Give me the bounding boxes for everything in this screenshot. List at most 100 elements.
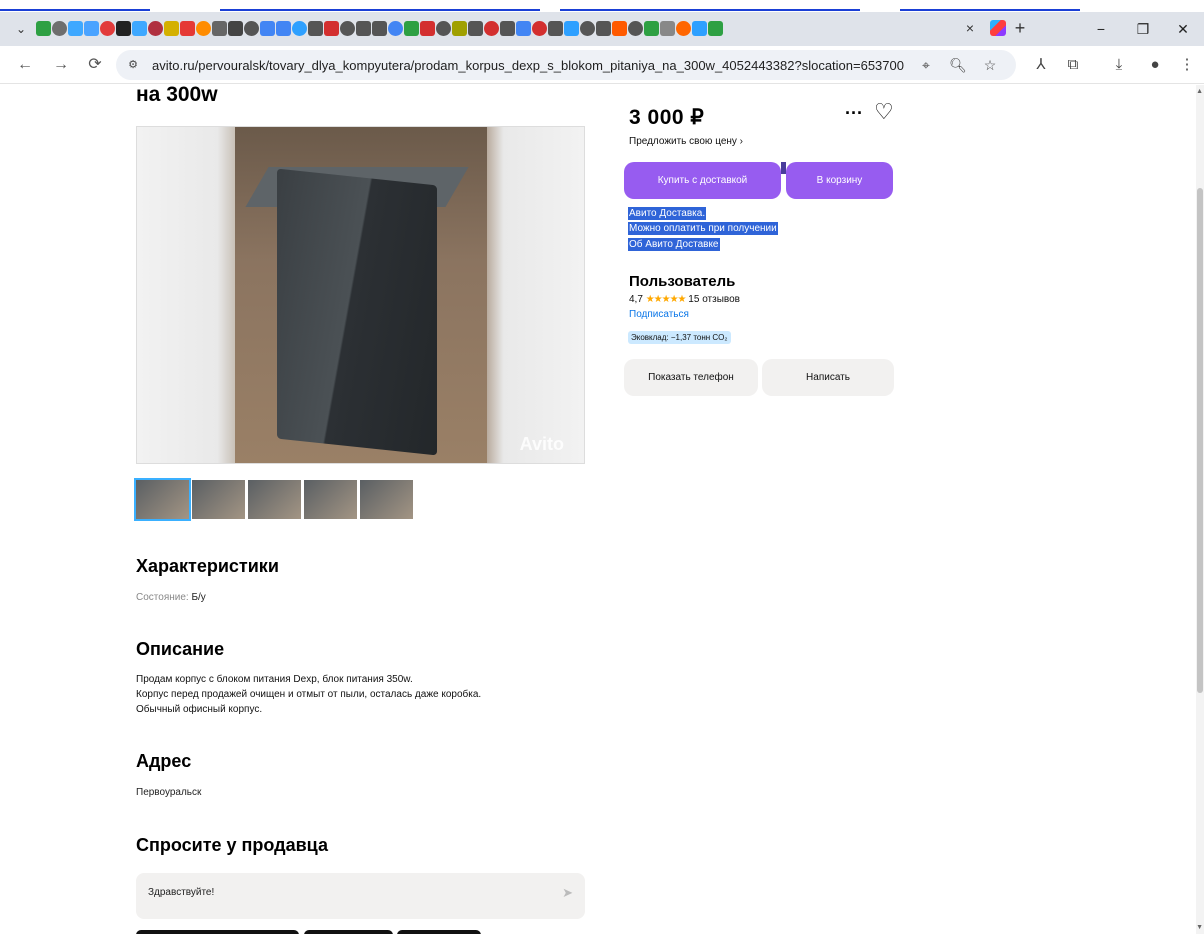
pinned-tab-favicon-icon[interactable] xyxy=(84,21,99,36)
main-product-photo[interactable]: Avito xyxy=(136,126,585,464)
pinned-tab-favicon-icon[interactable] xyxy=(164,21,179,36)
more-dots-icon[interactable]: ··· xyxy=(845,103,863,124)
scroll-down-arrow-icon[interactable]: ▼ xyxy=(1196,924,1203,931)
reviews-count[interactable]: 15 отзывов xyxy=(688,294,740,305)
pinned-tab-favicon-icon[interactable] xyxy=(548,21,563,36)
description-line: Обычный офисный корпус. xyxy=(136,704,263,715)
restore-button[interactable]: ❐ xyxy=(1128,18,1158,40)
scrollbar-thumb[interactable] xyxy=(1197,188,1203,693)
quick-reply-chip[interactable] xyxy=(304,930,393,934)
minimize-button[interactable]: − xyxy=(1086,18,1116,40)
location-off-icon[interactable]: ⌖ xyxy=(916,55,936,75)
page-content: на 300w Avito Характеристики Состояние: … xyxy=(0,85,1196,934)
pinned-tab-favicon-icon[interactable] xyxy=(324,21,339,36)
thumbnail[interactable] xyxy=(192,480,245,519)
omnibox[interactable]: ⚙ avito.ru/pervouralsk/tovary_dlya_kompy… xyxy=(116,50,1016,80)
pinned-tab-favicon-icon[interactable] xyxy=(420,21,435,36)
pinned-tab-favicon-icon[interactable] xyxy=(116,21,131,36)
pinned-tab-favicon-icon[interactable] xyxy=(308,21,323,36)
pinned-tab-favicon-icon[interactable] xyxy=(100,21,115,36)
pinned-tab-favicon-icon[interactable] xyxy=(516,21,531,36)
pinned-tab-favicon-icon[interactable] xyxy=(564,21,579,36)
pinned-tab-favicon-icon[interactable] xyxy=(676,21,691,36)
pinned-tab-favicon-icon[interactable] xyxy=(484,21,499,36)
new-tab-button[interactable]: + xyxy=(1010,17,1030,39)
pinned-tab-favicon-icon[interactable] xyxy=(660,21,675,36)
pinned-tab-favicon-icon[interactable] xyxy=(68,21,83,36)
pinned-tab-favicon-icon[interactable] xyxy=(500,21,515,36)
pinned-tab-favicon-icon[interactable] xyxy=(260,21,275,36)
pinned-tab-favicon-icon[interactable] xyxy=(612,21,627,36)
seller-name[interactable]: Пользователь xyxy=(629,273,735,290)
pinned-tab-favicon-icon[interactable] xyxy=(292,21,307,36)
write-message-button[interactable]: Написать xyxy=(762,359,894,396)
photo-pc-case xyxy=(277,168,437,456)
pinned-tab-favicon-icon[interactable] xyxy=(532,21,547,36)
site-info-icon[interactable]: ⚙ xyxy=(124,56,142,74)
quick-reply-chip[interactable] xyxy=(397,930,481,934)
pinned-tab-favicon-icon[interactable] xyxy=(404,21,419,36)
seller-rating[interactable]: 4,7 ★★★★★ 15 отзывов xyxy=(629,294,740,305)
zoom-icon[interactable]: 🔍︎ xyxy=(948,55,968,75)
tab-close-button[interactable]: × xyxy=(960,18,980,38)
close-window-button[interactable]: ✕ xyxy=(1168,18,1198,40)
profile-avatar-icon[interactable]: ● xyxy=(1144,54,1166,76)
send-icon[interactable]: ➤ xyxy=(562,885,573,901)
pinned-tab-favicon-icon[interactable] xyxy=(228,21,243,36)
pinned-tab-favicon-icon[interactable] xyxy=(468,21,483,36)
pinned-tab-favicon-icon[interactable] xyxy=(36,21,51,36)
thumbnail[interactable] xyxy=(248,480,301,519)
pdf-tool-icon[interactable]: ⅄ xyxy=(1030,54,1052,76)
pinned-tab-favicon-icon[interactable] xyxy=(628,21,643,36)
pinned-tab-favicon-icon[interactable] xyxy=(356,21,371,36)
pinned-tab-favicon-icon[interactable] xyxy=(580,21,595,36)
pinned-tab-favicon-icon[interactable] xyxy=(692,21,707,36)
favorite-heart-icon[interactable]: ♡ xyxy=(874,99,894,125)
pinned-tab-favicon-icon[interactable] xyxy=(708,21,723,36)
add-to-cart-button[interactable]: В корзину xyxy=(786,162,893,199)
pinned-tab-favicon-icon[interactable] xyxy=(388,21,403,36)
pinned-tab-favicon-icon[interactable] xyxy=(52,21,67,36)
pinned-tab-favicon-icon[interactable] xyxy=(180,21,195,36)
pinned-tab-favicon-icon[interactable] xyxy=(372,21,387,36)
forward-button[interactable]: → xyxy=(50,54,72,76)
description-heading: Описание xyxy=(136,639,225,659)
pinned-tab-favicon-icon[interactable] xyxy=(436,21,451,36)
pinned-tab-favicon-icon[interactable] xyxy=(276,21,291,36)
bookmark-star-icon[interactable]: ☆ xyxy=(980,55,1000,75)
pinned-tab-favicon-icon[interactable] xyxy=(132,21,147,36)
avito-watermark: Avito xyxy=(519,434,564,454)
photo-thumbnails xyxy=(134,478,413,521)
quick-reply-chip[interactable] xyxy=(136,930,299,934)
ask-message-text[interactable]: Здравствуйте! xyxy=(148,887,214,898)
url-text[interactable]: avito.ru/pervouralsk/tovary_dlya_kompyut… xyxy=(152,58,904,73)
ask-seller-input[interactable]: Здравствуйте! ➤ xyxy=(136,873,585,919)
tab-search-chevron-icon[interactable]: ⌄ xyxy=(12,20,30,38)
download-icon[interactable]: ⤓ xyxy=(1108,54,1130,76)
pinned-tab-favicon-icon[interactable] xyxy=(452,21,467,36)
active-tab-favicon-icon[interactable] xyxy=(990,20,1006,36)
pinned-tab-favicon-icon[interactable] xyxy=(340,21,355,36)
offer-price-link[interactable]: Предложить свою цену › xyxy=(629,136,743,147)
back-button[interactable]: ← xyxy=(14,54,36,76)
show-phone-button[interactable]: Показать телефон xyxy=(624,359,758,396)
pinned-tab-favicon-icon[interactable] xyxy=(244,21,259,36)
pinned-tab-favicon-icon[interactable] xyxy=(596,21,611,36)
delivery-line: Авито Доставка. xyxy=(628,207,707,220)
buy-with-delivery-button[interactable]: Купить с доставкой xyxy=(624,162,781,199)
thumbnail[interactable] xyxy=(360,480,413,519)
thumbnail[interactable] xyxy=(134,478,191,521)
pinned-tab-favicon-icon[interactable] xyxy=(644,21,659,36)
extensions-icon[interactable]: ⧉ xyxy=(1062,54,1084,76)
thumbnail[interactable] xyxy=(304,480,357,519)
ask-seller-heading: Спросите у продавца xyxy=(136,835,328,855)
about-delivery-link[interactable]: Об Авито Доставке xyxy=(628,238,720,251)
scroll-up-arrow-icon[interactable]: ▲ xyxy=(1196,88,1203,95)
pinned-tab-favicon-icon[interactable] xyxy=(212,21,227,36)
subscribe-link[interactable]: Подписаться xyxy=(629,309,689,320)
price: 3 000 ₽ xyxy=(629,106,705,129)
menu-kebab-icon[interactable]: ⋮ xyxy=(1176,54,1198,76)
pinned-tab-favicon-icon[interactable] xyxy=(196,21,211,36)
reload-button[interactable]: ⟳ xyxy=(84,54,106,76)
pinned-tab-favicon-icon[interactable] xyxy=(148,21,163,36)
